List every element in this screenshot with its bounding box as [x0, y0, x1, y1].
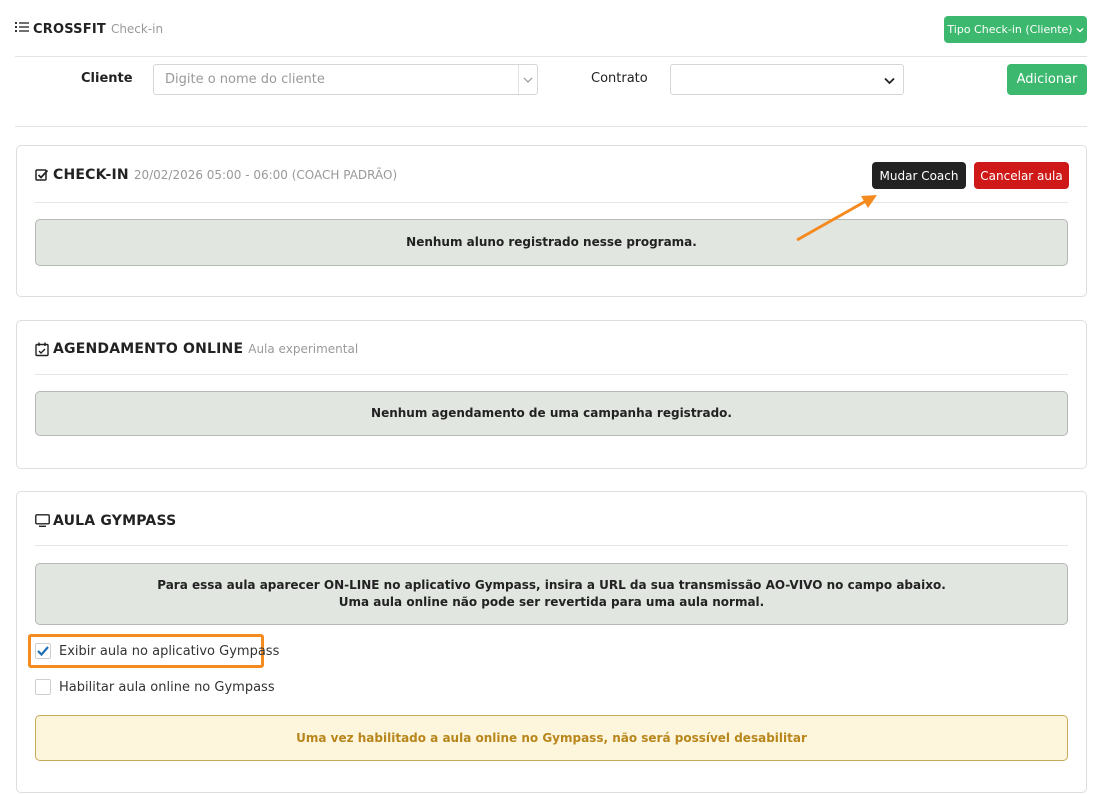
card-divider	[35, 202, 1068, 203]
chevron-down-icon	[1076, 23, 1084, 36]
gympass-info-line2: Uma aula online não pode ser revertida p…	[338, 595, 765, 609]
checkin-title: CHECK-IN	[53, 167, 129, 183]
enable-online-label: Habilitar aula online no Gympass	[59, 679, 275, 695]
gympass-warning-message: Uma vez habilitado a aula online no Gymp…	[296, 731, 807, 745]
cancel-class-button[interactable]: Cancelar aula	[974, 162, 1069, 189]
monitor-icon	[35, 514, 50, 528]
list-icon	[15, 21, 29, 33]
gympass-title: AULA GYMPASS	[53, 513, 177, 529]
show-in-app-checkbox[interactable]	[35, 643, 51, 659]
contrato-select[interactable]	[670, 64, 904, 95]
cliente-select[interactable]: Digite o nome do cliente	[153, 64, 538, 95]
change-coach-button[interactable]: Mudar Coach	[872, 162, 966, 189]
gympass-info-alert: Para essa aula aparecer ON-LINE no aplic…	[35, 563, 1068, 625]
chevron-down-icon[interactable]	[518, 65, 537, 94]
checkin-header: CHECK-IN 20/02/2026 05:00 - 06:00 (COACH…	[35, 167, 397, 183]
agendamento-empty-message: Nenhum agendamento de uma campanha regis…	[371, 406, 732, 420]
header-divider	[15, 56, 1087, 57]
cliente-label: Cliente	[81, 71, 133, 86]
checkin-card: CHECK-IN 20/02/2026 05:00 - 06:00 (COACH…	[16, 145, 1087, 297]
gympass-warning-alert: Uma vez habilitado a aula online no Gymp…	[35, 715, 1068, 761]
page-header: CROSSFIT Check-in	[15, 18, 163, 40]
tipo-checkin-button[interactable]: Tipo Check-in (Cliente)	[944, 16, 1087, 43]
enable-online-checkbox[interactable]	[35, 679, 51, 695]
checkin-subtitle: 20/02/2026 05:00 - 06:00 (COACH PADRÃO)	[133, 168, 398, 182]
contrato-label: Contrato	[591, 71, 648, 86]
checkbox-icon	[35, 168, 49, 182]
checkin-empty-alert: Nenhum aluno registrado nesse programa.	[35, 219, 1068, 266]
gympass-header: AULA GYMPASS	[35, 513, 176, 529]
gympass-info-line1: Para essa aula aparecer ON-LINE no aplic…	[157, 578, 946, 592]
card-divider	[35, 545, 1068, 546]
calendar-check-icon	[35, 342, 49, 357]
page-title: CROSSFIT	[33, 21, 106, 37]
add-button[interactable]: Adicionar	[1007, 64, 1087, 95]
show-in-app-checkbox-row[interactable]: Exibir aula no aplicativo Gympass	[35, 643, 279, 659]
agendamento-title: AGENDAMENTO ONLINE	[53, 341, 244, 357]
tipo-checkin-label: Tipo Check-in (Cliente)	[947, 23, 1073, 36]
show-in-app-label: Exibir aula no aplicativo Gympass	[59, 643, 280, 659]
gympass-card: AULA GYMPASS Para essa aula aparecer ON-…	[16, 491, 1087, 793]
agendamento-empty-alert: Nenhum agendamento de uma campanha regis…	[35, 391, 1068, 436]
form-divider	[15, 126, 1087, 127]
card-divider	[35, 374, 1068, 375]
agendamento-card: AGENDAMENTO ONLINE Aula experimental Nen…	[16, 320, 1087, 469]
enable-online-checkbox-row[interactable]: Habilitar aula online no Gympass	[35, 679, 275, 695]
page-subtitle: Check-in	[110, 22, 164, 36]
checkin-empty-message: Nenhum aluno registrado nesse programa.	[406, 235, 697, 249]
chevron-down-icon	[884, 74, 895, 89]
agendamento-header: AGENDAMENTO ONLINE Aula experimental	[35, 341, 358, 357]
agendamento-subtitle: Aula experimental	[248, 342, 359, 356]
cliente-placeholder: Digite o nome do cliente	[165, 72, 325, 87]
